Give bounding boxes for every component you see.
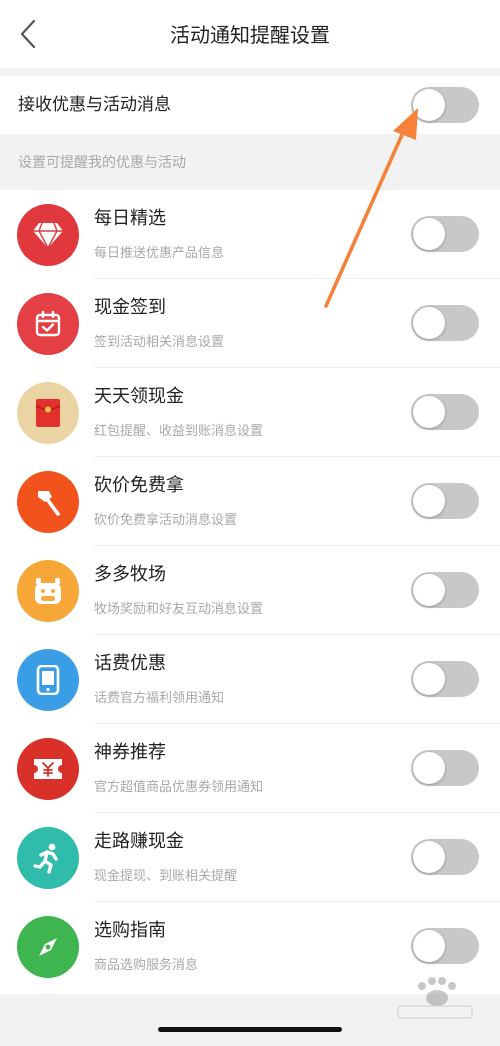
item-title: 天天领现金 (94, 386, 184, 407)
phone-bill-icon-badge (17, 649, 79, 711)
receive-promotions-label: 接收优惠与活动消息 (18, 95, 171, 115)
toggle-knob (413, 841, 445, 873)
cow-icon (35, 578, 61, 604)
walk-earn-icon-badge (17, 827, 79, 889)
section-caption: 设置可提醒我的优惠与活动 (18, 155, 186, 171)
daily-cash-toggle[interactable] (411, 394, 479, 430)
list-item-ranch: 多多牧场 牧场奖励和好友互动消息设置 (0, 546, 500, 635)
nav-bar: 活动通知提醒设置 (0, 0, 500, 68)
list-item-phone-bill: 话费优惠 话费官方福利领用通知 (0, 635, 500, 724)
toggle-knob (413, 752, 445, 784)
home-indicator[interactable] (158, 1027, 342, 1032)
item-title: 现金签到 (94, 297, 166, 318)
notification-list: 每日精选 每日推送优惠产品信息 现金签到 签到活动相关消息设置 天天领现金 红包… (0, 190, 500, 994)
walk-earn-toggle[interactable] (411, 839, 479, 875)
list-item-cash-checkin: 现金签到 签到活动相关消息设置 (0, 279, 500, 368)
list-item-daily-picks: 每日精选 每日推送优惠产品信息 (0, 190, 500, 279)
item-subtitle: 签到活动相关消息设置 (94, 335, 225, 350)
item-title: 砍价免费拿 (94, 475, 184, 496)
toggle-knob (413, 89, 445, 121)
item-title: 多多牧场 (94, 564, 166, 585)
toggle-knob (413, 930, 445, 962)
compass-icon (39, 938, 57, 956)
toggle-knob (413, 663, 445, 695)
item-subtitle: 砍价免费拿活动消息设置 (94, 513, 238, 528)
shopping-guide-toggle[interactable] (411, 928, 479, 964)
daily-picks-icon-badge (17, 204, 79, 266)
item-title: 每日精选 (94, 208, 166, 229)
ranch-toggle[interactable] (411, 572, 479, 608)
running-person-icon (33, 843, 58, 874)
coupon-toggle[interactable] (411, 750, 479, 786)
receive-promotions-toggle[interactable] (411, 87, 479, 123)
toggle-knob (413, 307, 445, 339)
list-item-coupon: 神券推荐 官方超值商品优惠券领用通知 (0, 724, 500, 813)
item-subtitle: 官方超值商品优惠券领用通知 (94, 780, 264, 795)
item-subtitle: 现金提现、到账相关提醒 (94, 869, 238, 884)
ranch-icon-badge (17, 560, 79, 622)
item-title: 选购指南 (94, 920, 166, 941)
page-title: 活动通知提醒设置 (170, 23, 330, 47)
bargain-free-toggle[interactable] (411, 483, 479, 519)
diamond-icon (33, 222, 63, 249)
item-title: 走路赚现金 (94, 831, 184, 852)
daily-cash-icon-badge (17, 382, 79, 444)
toggle-knob (413, 396, 445, 428)
list-item-bargain-free: 砍价免费拿 砍价免费拿活动消息设置 (0, 457, 500, 546)
calendar-check-icon (35, 310, 61, 337)
cash-checkin-toggle[interactable] (411, 305, 479, 341)
settings-page: 活动通知提醒设置 接收优惠与活动消息 设置可提醒我的优惠与活动 每日精选 每日推… (0, 0, 500, 1046)
item-title: 神券推荐 (94, 742, 166, 763)
phone-bill-toggle[interactable] (411, 661, 479, 697)
red-envelope-icon (35, 399, 61, 427)
receive-promotions-row: 接收优惠与活动消息 (0, 76, 500, 134)
watermark-logo (397, 977, 473, 1019)
shopping-guide-icon-badge (17, 916, 79, 978)
bargain-free-icon-badge (17, 471, 79, 533)
cash-checkin-icon-badge (17, 293, 79, 355)
coupon-icon (34, 759, 62, 779)
toggle-knob (413, 574, 445, 606)
item-subtitle: 红包提醒、收益到账消息设置 (94, 424, 264, 439)
phone-icon (36, 665, 60, 695)
list-item-walk-earn: 走路赚现金 现金提现、到账相关提醒 (0, 813, 500, 902)
toggle-knob (413, 485, 445, 517)
item-subtitle: 话费官方福利领用通知 (94, 691, 225, 706)
daily-picks-toggle[interactable] (411, 216, 479, 252)
item-title: 话费优惠 (94, 653, 166, 674)
coupon-icon-badge (17, 738, 79, 800)
item-subtitle: 每日推送优惠产品信息 (94, 246, 225, 261)
axe-icon (38, 491, 60, 516)
item-subtitle: 牧场奖励和好友互动消息设置 (94, 602, 264, 617)
item-subtitle: 商品选购服务消息 (94, 958, 199, 973)
toggle-knob (413, 218, 445, 250)
list-item-daily-cash: 天天领现金 红包提醒、收益到账消息设置 (0, 368, 500, 457)
